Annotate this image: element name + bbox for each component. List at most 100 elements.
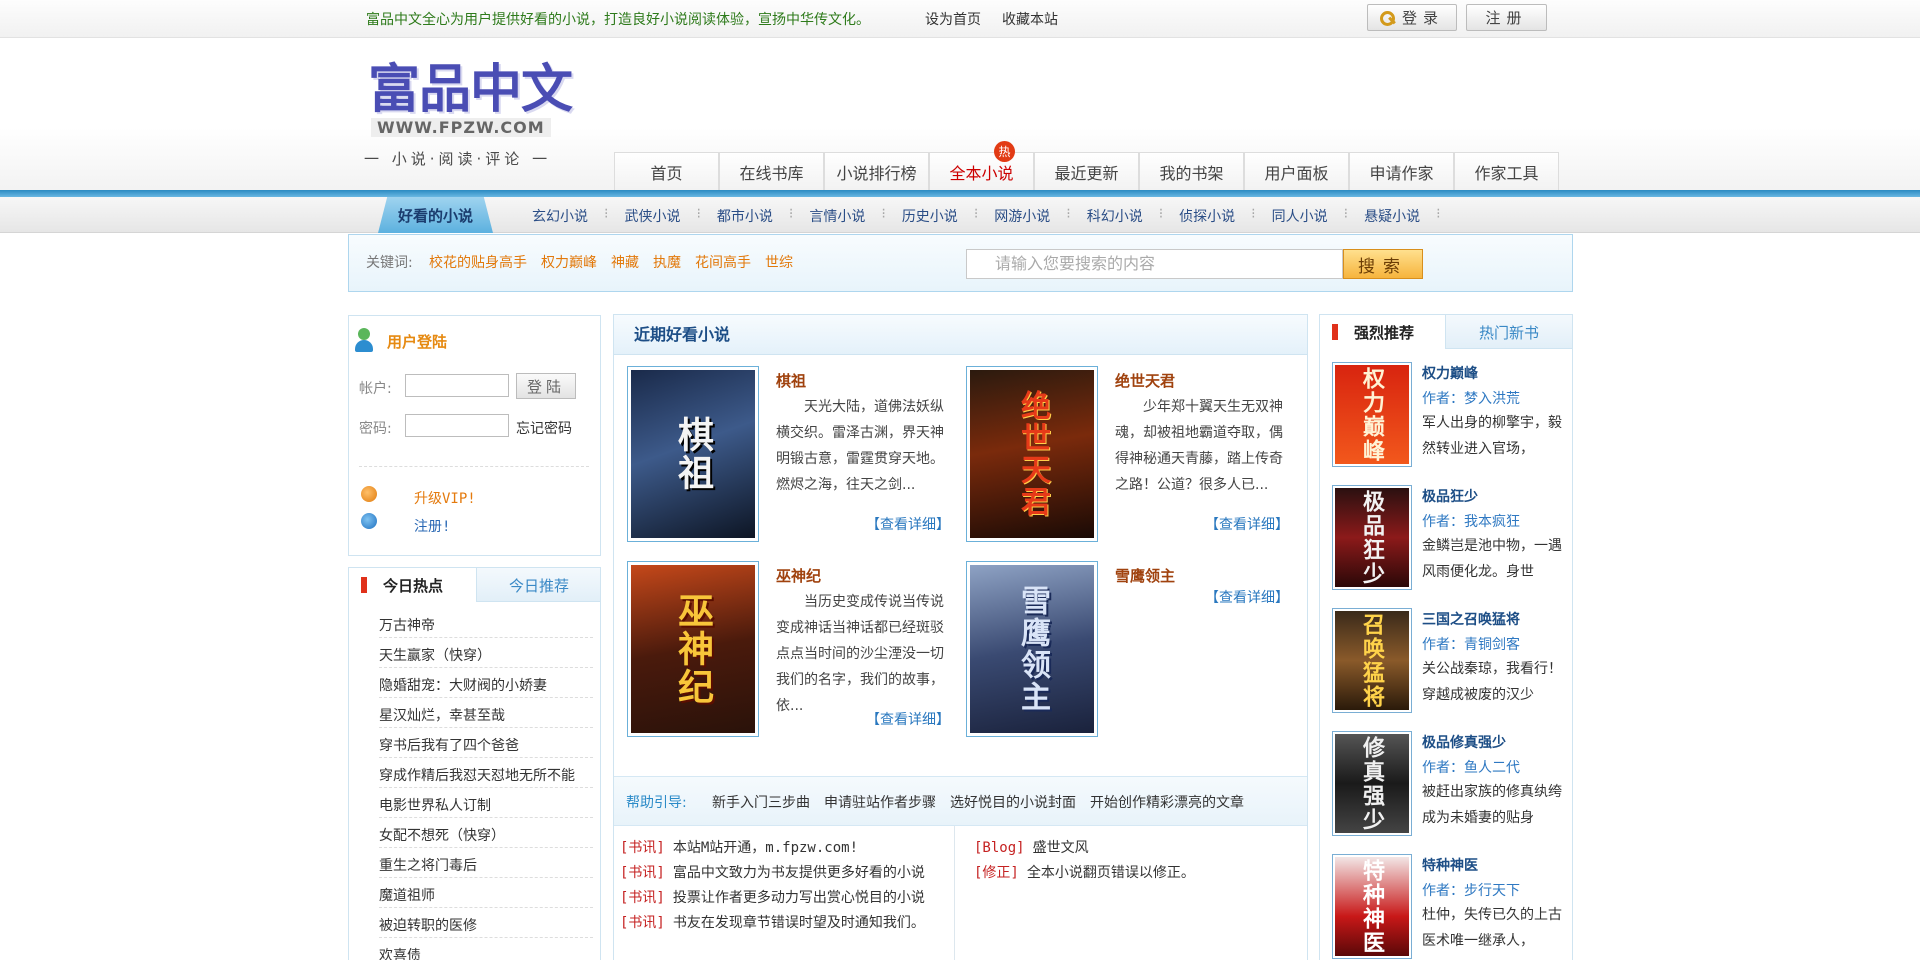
book-title[interactable]: 巫神纪: [776, 565, 821, 586]
hot-list-item[interactable]: 重生之将门毒后: [379, 855, 597, 875]
separator: ⁝: [604, 206, 609, 222]
keyword-link[interactable]: 花间高手: [695, 252, 751, 272]
search-button[interactable]: 搜索: [1343, 249, 1423, 279]
hot-list-item[interactable]: 魔道祖师: [379, 885, 597, 905]
hot-list-item[interactable]: 穿成作精后我怼天怼地无所不能: [379, 765, 597, 785]
news-item[interactable]: [修正] 全本小说翻页错误以修正。: [974, 862, 1195, 882]
book-card: 雪鹰领主 雪鹰领主 【查看详细】: [953, 551, 1289, 737]
nav-recent[interactable]: 最近更新: [1034, 152, 1139, 190]
password-input[interactable]: [405, 414, 509, 437]
view-details-link[interactable]: 【查看详细】: [866, 514, 950, 534]
category-wangyou[interactable]: 网游小说: [994, 206, 1050, 226]
nav-apply-author[interactable]: 申请作家: [1349, 152, 1454, 190]
book-author[interactable]: 作者：梦入洪荒: [1422, 388, 1520, 408]
book-cover[interactable]: 召唤猛将: [1332, 608, 1412, 713]
book-author[interactable]: 作者：青铜剑客: [1422, 634, 1520, 654]
upgrade-vip-link[interactable]: 升级VIP!: [414, 488, 476, 508]
register-button[interactable]: 注册: [1466, 4, 1547, 31]
book-title[interactable]: 特种神医: [1422, 855, 1478, 875]
view-details-link[interactable]: 【查看详细】: [1205, 587, 1289, 607]
book-author[interactable]: 作者：步行天下: [1422, 880, 1520, 900]
keyword-link[interactable]: 神藏: [611, 252, 639, 272]
hot-list-item[interactable]: 女配不想死（快穿）: [379, 825, 597, 845]
nav-complete[interactable]: 全本小说热: [929, 141, 1034, 190]
book-title[interactable]: 三国之召唤猛将: [1422, 609, 1520, 629]
news-item[interactable]: [书讯] 富品中文致力为书友提供更多好看的小说: [620, 862, 925, 882]
keyword-link[interactable]: 执魔: [653, 252, 681, 272]
category-yanqing[interactable]: 言情小说: [809, 206, 865, 226]
hot-list-item[interactable]: 电影世界私人订制: [379, 795, 597, 815]
tab-strong-recommend[interactable]: 强烈推荐: [1320, 315, 1446, 349]
category-tab[interactable]: 好看的小说: [378, 197, 493, 233]
account-input[interactable]: [405, 374, 509, 397]
book-title[interactable]: 绝世天君: [1115, 370, 1175, 391]
book-cover[interactable]: 极品狂少: [1332, 485, 1412, 590]
view-details-link[interactable]: 【查看详细】: [1205, 514, 1289, 534]
category-wuxia[interactable]: 武侠小说: [624, 206, 680, 226]
tab-hot-today[interactable]: 今日热点: [349, 568, 477, 602]
keyword-link[interactable]: 世综: [765, 252, 793, 272]
book-cover[interactable]: 权力巅峰: [1332, 362, 1412, 467]
book-title[interactable]: 极品修真强少: [1422, 732, 1506, 752]
hot-list-item[interactable]: 欢喜债: [379, 945, 597, 960]
book-cover[interactable]: 棋祖: [627, 366, 759, 542]
hot-list-item[interactable]: 被迫转职的医修: [379, 915, 597, 935]
nav-author-tools[interactable]: 作家工具: [1454, 152, 1559, 190]
category-dushi[interactable]: 都市小说: [717, 206, 773, 226]
book-cover[interactable]: 特种神医: [1332, 854, 1412, 959]
news-item[interactable]: [书讯] 本站M站开通，m.fpzw.com!: [620, 837, 858, 857]
book-cover[interactable]: 绝世天君: [966, 366, 1098, 542]
keyword-link[interactable]: 权力巅峰: [541, 252, 597, 272]
tab-recommend-today[interactable]: 今日推荐: [509, 568, 569, 602]
book-title[interactable]: 雪鹰领主: [1115, 565, 1175, 586]
book-title[interactable]: 权力巅峰: [1422, 363, 1478, 383]
news-item[interactable]: [Blog] 盛世文风: [974, 837, 1089, 857]
book-title[interactable]: 棋祖: [776, 370, 806, 391]
keyword-link[interactable]: 校花的贴身高手: [429, 252, 527, 272]
site-logo[interactable]: 富品中文 WWW.FPZW.COM 一 小说·阅读·评论 一: [364, 60, 583, 178]
forgot-password-link[interactable]: 忘记密码: [516, 418, 572, 438]
help-link[interactable]: 开始创作精彩漂亮的文章: [1090, 792, 1244, 812]
book-cover[interactable]: 巫神纪: [627, 561, 759, 737]
book-title[interactable]: 极品狂少: [1422, 486, 1478, 506]
nav-user-panel[interactable]: 用户面板: [1244, 152, 1349, 190]
set-home-link[interactable]: 设为首页: [925, 9, 981, 29]
bookmark-link[interactable]: 收藏本站: [1002, 9, 1058, 29]
login-submit-button[interactable]: 登陆: [516, 373, 576, 399]
view-details-link[interactable]: 【查看详细】: [866, 709, 950, 729]
hot-list-item[interactable]: 星汉灿烂，幸甚至哉: [379, 705, 597, 725]
category-lishi[interactable]: 历史小说: [902, 206, 958, 226]
hot-list-item[interactable]: 隐婚甜宠：大财阀的小娇妻: [379, 675, 597, 695]
login-button[interactable]: 登录: [1367, 4, 1457, 31]
book-cover[interactable]: 雪鹰领主: [966, 561, 1098, 737]
register-link[interactable]: 注册!: [414, 516, 450, 536]
hot-list-item[interactable]: 穿书后我有了四个爸爸: [379, 735, 597, 755]
category-zhentan[interactable]: 侦探小说: [1179, 206, 1235, 226]
header: 富品中文 WWW.FPZW.COM 一 小说·阅读·评论 一 首页 在线书库 小…: [0, 38, 1920, 190]
category-xuanyi[interactable]: 悬疑小说: [1364, 206, 1420, 226]
hot-list-item[interactable]: 天生赢家（快穿）: [379, 645, 597, 665]
divider: [379, 787, 593, 788]
category-tongren[interactable]: 同人小说: [1272, 206, 1328, 226]
book-author[interactable]: 作者：我本疯狂: [1422, 511, 1520, 531]
nav-home[interactable]: 首页: [614, 152, 719, 190]
book-author[interactable]: 作者：鱼人二代: [1422, 757, 1520, 777]
nav-library[interactable]: 在线书库: [719, 152, 824, 190]
help-link[interactable]: 选好悦目的小说封面: [950, 792, 1076, 812]
category-xuanhuan[interactable]: 玄幻小说: [532, 206, 588, 226]
tab-hot-new[interactable]: 热门新书: [1479, 315, 1539, 349]
help-label: 帮助引导:: [626, 795, 687, 811]
news-item[interactable]: [书讯] 投票让作者更多动力写出赏心悦目的小说: [620, 887, 925, 907]
search-input[interactable]: 请输入您要搜索的内容: [966, 249, 1343, 279]
news-item[interactable]: [书讯] 书友在发现章节错误时望及时通知我们。: [620, 912, 925, 932]
help-link[interactable]: 申请驻站作者步骤: [824, 792, 936, 812]
category-kehuan[interactable]: 科幻小说: [1087, 206, 1143, 226]
nav-ranking[interactable]: 小说排行榜: [824, 152, 929, 190]
help-link[interactable]: 新手入门三步曲: [712, 792, 810, 812]
nav-bookshelf[interactable]: 我的书架: [1139, 152, 1244, 190]
recommend-panel: 强烈推荐 热门新书 权力巅峰 权力巅峰 作者：梦入洪荒 军人出身的柳擎宇，毅然转…: [1319, 314, 1573, 960]
login-panel-header: 用户登陆: [355, 328, 447, 354]
login-panel: 用户登陆 帐户: 登陆 密码: 忘记密码 升级VIP! 注册!: [348, 315, 601, 556]
book-cover[interactable]: 修真强少: [1332, 731, 1412, 836]
hot-list-item[interactable]: 万古神帝: [379, 615, 597, 635]
